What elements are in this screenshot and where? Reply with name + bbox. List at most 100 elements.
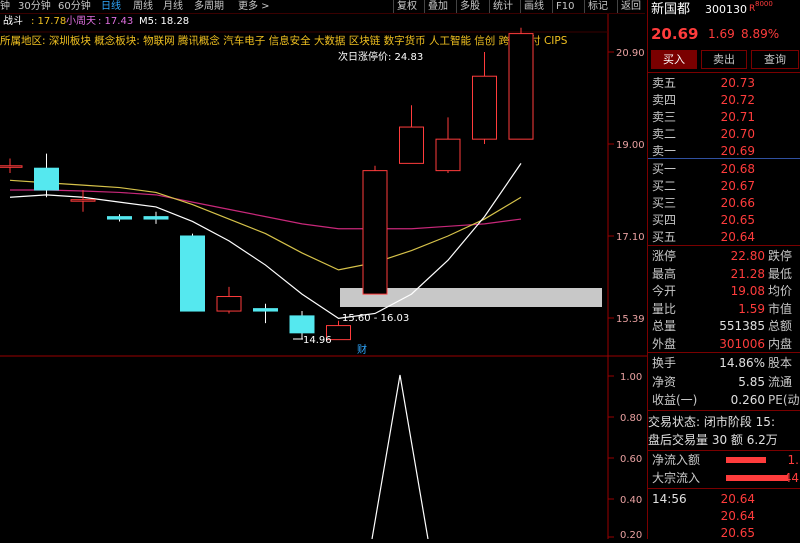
tick-price: 20.65 <box>720 526 755 540</box>
stat-row: 今开 19.08 均价 <box>648 282 800 301</box>
sub-y-tick-label: 1.00 <box>620 372 642 383</box>
stat-value: 22.80 <box>730 249 765 263</box>
sub-y-tick-label: 0.60 <box>620 454 642 465</box>
candle-body <box>143 216 169 220</box>
stat-label: 总量 <box>652 319 677 333</box>
stat-label-2: 跌停 <box>768 249 793 263</box>
net-inflow-value: 1. <box>787 453 799 467</box>
tick-row: 20.65 <box>648 524 800 543</box>
candle <box>399 105 424 164</box>
sub-indicator-line <box>371 374 429 539</box>
stock-header: 新国都 300130 R 8000 <box>648 0 800 19</box>
candle-body <box>362 170 388 295</box>
candle-body <box>472 75 497 140</box>
candle <box>180 233 205 312</box>
stat-row: 最高 21.28 最低 <box>648 265 800 284</box>
candle <box>216 286 242 314</box>
sub-y-tick-label: 0.40 <box>620 495 642 506</box>
stat2-label: 净资 <box>652 374 677 389</box>
candle <box>508 27 534 140</box>
stat2-label: 收益(一) <box>652 393 698 407</box>
net-inflow-label: 净流入额 <box>652 453 701 467</box>
y-tick-label: 19.00 <box>616 140 645 151</box>
stat-value: 301006 <box>719 336 765 351</box>
next-limit-label: 次日涨停价: 24.83 <box>338 50 423 63</box>
ma-yellow-line <box>9 179 522 271</box>
block-inflow-label: 大宗流入 <box>652 471 701 485</box>
stat-value: 1.59 <box>738 301 765 316</box>
sub-y-tick-label: 0.80 <box>620 413 642 424</box>
candle <box>253 303 278 324</box>
stat2-value: 0.260 <box>730 393 765 407</box>
block-inflow-value: 44 <box>783 471 799 485</box>
stat-row: 总量 551385 总额 <box>648 317 800 336</box>
candle-body <box>435 138 461 172</box>
candle <box>70 190 96 212</box>
candle-body <box>70 199 96 202</box>
low-marker-label: 14.96 <box>303 335 332 346</box>
candle-body <box>508 33 534 140</box>
stat-value: 21.28 <box>730 266 765 281</box>
stat2-row: 换手 14.86% 股本 <box>648 354 800 373</box>
sub-y-axis: 1.00 0.80 0.60 0.40 0.20 <box>608 372 642 539</box>
stat-label: 今开 <box>652 284 677 298</box>
last-price: 20.69 <box>651 25 699 43</box>
stat-label-2: 总额 <box>768 319 793 333</box>
stat2-value: 5.85 <box>738 374 765 389</box>
stat-label-2: 最低 <box>768 266 793 281</box>
kline-chart[interactable]: 20.90 19.00 17.10 15.39 1.00 0.80 0.60 0… <box>0 0 647 539</box>
stat2-row: 净资 5.85 流通 <box>648 373 800 392</box>
sub-y-tick-label: 0.20 <box>620 530 642 539</box>
stat-row: 涨停 22.80 跌停 <box>648 247 800 266</box>
stat2-label-2: 流通 <box>768 374 793 389</box>
stat2-row: 收益(一) 0.260PE(动) <box>648 391 800 410</box>
candle-body <box>216 296 242 312</box>
sell-button[interactable]: 卖出 <box>701 50 747 69</box>
stat2-label-2: 股本 <box>768 356 793 370</box>
candle-body <box>289 315 315 334</box>
zone-range-label: 15.60 - 16.03 <box>342 313 409 324</box>
stat-row: 量比 1.59 市值 <box>648 300 800 319</box>
stat-label: 最高 <box>652 266 677 281</box>
candle-body <box>180 235 205 312</box>
candle-body <box>253 308 278 312</box>
finance-marker[interactable]: 财 <box>357 343 367 356</box>
stat-value: 551385 <box>719 319 765 333</box>
price-change-pct: 8.89% <box>741 27 780 41</box>
block-inflow-row: 大宗流入 44 <box>648 469 800 488</box>
r-tag-sup: 8000 <box>755 0 773 8</box>
candle-body <box>107 216 132 220</box>
stat2-label: 换手 <box>652 356 677 370</box>
stock-name: 新国都 <box>651 2 691 17</box>
stat-row: 外盘 301006 内盘 <box>648 335 800 354</box>
query-button[interactable]: 查询 <box>751 50 799 69</box>
price-change: 1.69 <box>708 27 735 41</box>
main-y-axis: 20.90 19.00 17.10 15.39 <box>608 48 645 325</box>
candle <box>472 52 497 144</box>
candle <box>107 214 132 222</box>
candle-body <box>34 167 59 191</box>
candle <box>143 211 169 224</box>
stat-value: 19.08 <box>730 284 765 298</box>
ma-magenta-line <box>10 189 522 230</box>
y-tick-label: 20.90 <box>616 48 645 59</box>
stat-label-2: 市值 <box>768 301 793 316</box>
candle-body <box>399 126 424 164</box>
candle <box>0 158 23 174</box>
candle-body <box>0 165 23 168</box>
quote-panel: 新国都 300130 R 8000 20.69 1.69 8.89% 买入 卖出… <box>647 0 800 540</box>
net-inflow-row: 净流入额 1. <box>648 451 800 470</box>
stat-label: 涨停 <box>652 249 677 263</box>
stat-label-2: 均价 <box>768 284 793 298</box>
stat-label-2: 内盘 <box>768 336 793 351</box>
stat-label: 量比 <box>652 301 677 316</box>
block-inflow-bar <box>726 475 788 481</box>
net-inflow-bar <box>726 457 766 463</box>
trade-status: 交易状态: 闭市阶段 15: <box>648 415 775 429</box>
candle <box>362 165 388 295</box>
stock-code: 300130 <box>705 3 747 16</box>
buy-button[interactable]: 买入 <box>651 50 697 69</box>
price-line: 20.69 1.69 8.89% <box>648 24 800 44</box>
y-tick-label: 15.39 <box>616 314 645 325</box>
stat2-label-2: PE(动) <box>768 393 800 407</box>
